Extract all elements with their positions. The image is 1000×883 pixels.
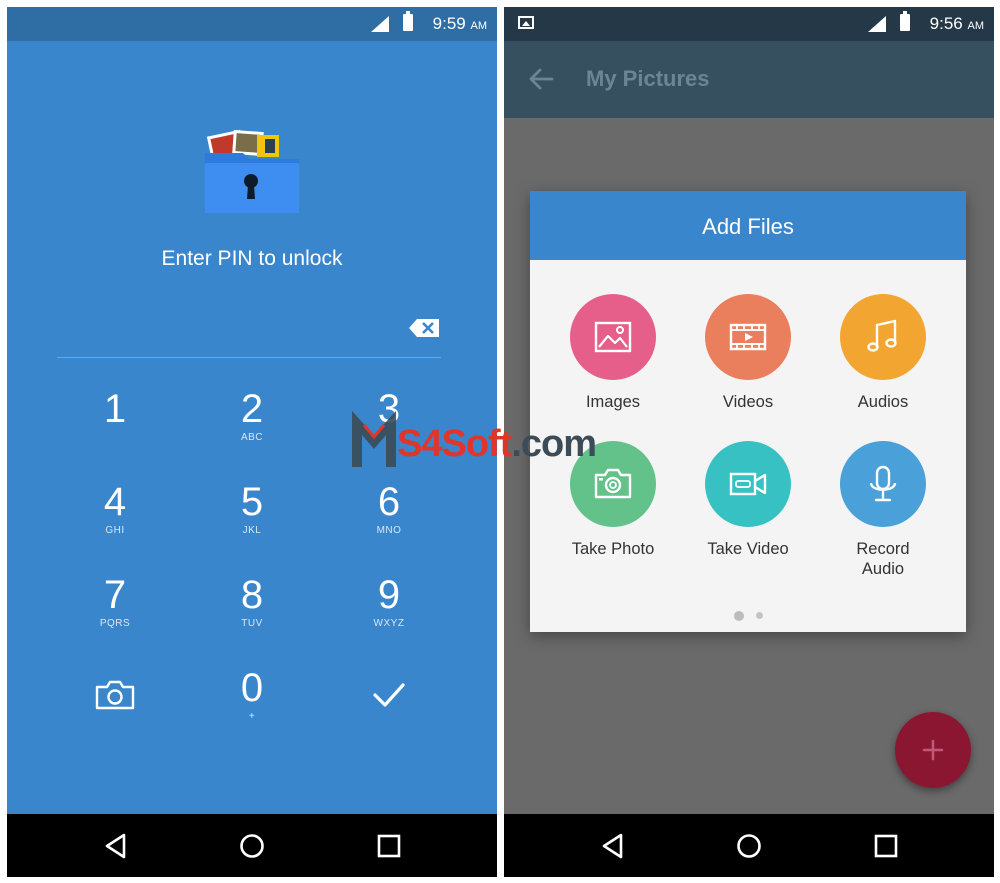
take-video-option[interactable]: Take Video	[680, 441, 816, 559]
tile-label: Audios	[857, 393, 909, 411]
key-letters: GHI	[105, 525, 125, 536]
key-4[interactable]: 4 GHI	[47, 480, 183, 572]
backspace-icon[interactable]	[409, 319, 439, 337]
watermark-text: S4Soft.com	[397, 423, 597, 466]
key-letters: MNO	[376, 525, 402, 536]
checkmark-icon	[373, 683, 405, 707]
tile-label: Videos	[722, 393, 774, 411]
page-title: My Pictures	[586, 66, 710, 91]
nav-home-icon[interactable]	[736, 833, 762, 859]
status-time: 9:59 AM	[433, 14, 487, 34]
navigation-bar	[7, 814, 497, 877]
key-letters: TUV	[241, 618, 263, 629]
status-bar: 9:56 AM	[504, 7, 994, 41]
add-fab-button[interactable]	[895, 712, 971, 788]
key-7[interactable]: 7 PQRS	[47, 573, 183, 665]
record-audio-option[interactable]: Record Audio	[815, 441, 951, 579]
plus-icon	[922, 739, 944, 761]
key-digit: 2	[240, 387, 264, 431]
signal-icon	[371, 16, 389, 32]
status-bar: 9:59 AM	[7, 7, 497, 41]
key-8[interactable]: 8 TUV	[184, 573, 320, 665]
key-9[interactable]: 9 WXYZ	[321, 573, 457, 665]
key-5[interactable]: 5 JKL	[184, 480, 320, 572]
page-indicator	[530, 607, 966, 625]
key-digit: 7	[103, 573, 127, 617]
key-letters: +	[248, 711, 256, 722]
key-digit: 1	[103, 387, 127, 431]
image-icon	[570, 294, 656, 380]
music-note-icon	[840, 294, 926, 380]
nav-back-icon[interactable]	[104, 833, 128, 859]
nav-recent-apps-icon[interactable]	[874, 834, 898, 858]
key-letters: PQRS	[99, 618, 131, 629]
nav-recent-apps-icon[interactable]	[377, 834, 401, 858]
status-time-ampm: AM	[967, 20, 985, 32]
nav-back-icon[interactable]	[601, 833, 625, 859]
watermark-suffix: .com	[511, 423, 597, 465]
key-1[interactable]: 1	[47, 387, 183, 479]
key-digit: 4	[103, 480, 127, 524]
key-digit: 5	[240, 480, 264, 524]
confirm-button[interactable]	[321, 666, 457, 758]
key-letters: JKL	[242, 525, 262, 536]
status-time-ampm: AM	[470, 20, 488, 32]
key-6[interactable]: 6 MNO	[321, 480, 457, 572]
page-dot-active[interactable]	[733, 610, 744, 621]
tile-label: Take Photo	[571, 540, 655, 558]
key-digit: 8	[240, 573, 264, 617]
status-time: 9:56 AM	[930, 14, 984, 34]
status-time-value: 9:59	[432, 14, 466, 33]
locked-folder-icon	[205, 129, 299, 213]
nav-home-icon[interactable]	[239, 833, 265, 859]
film-icon	[705, 294, 791, 380]
microphone-icon	[840, 441, 926, 527]
video-camera-icon	[705, 441, 791, 527]
app-toolbar: My Pictures	[504, 41, 994, 118]
add-videos-option[interactable]: Videos	[680, 294, 816, 412]
battery-icon	[900, 11, 910, 31]
dialog-title: Add Files	[530, 191, 966, 260]
add-images-option[interactable]: Images	[545, 294, 681, 412]
key-digit: 9	[377, 573, 401, 617]
gallery-notification-icon	[518, 16, 534, 29]
key-letters: ABC	[240, 432, 264, 443]
back-arrow-icon[interactable]	[528, 67, 554, 91]
tile-label: Take Video	[707, 540, 789, 558]
add-audios-option[interactable]: Audios	[815, 294, 951, 412]
signal-icon	[868, 16, 886, 32]
watermark: S4Soft.com	[350, 405, 660, 475]
key-digit: 6	[377, 480, 401, 524]
watermark-logo-icon	[352, 411, 396, 467]
pin-input-underline	[57, 357, 441, 358]
key-digit: 0	[240, 666, 264, 710]
watermark-prefix: S4Soft	[397, 423, 512, 465]
camera-button[interactable]	[47, 666, 183, 758]
key-letters: WXYZ	[373, 618, 405, 629]
camera-icon	[95, 680, 135, 710]
tile-label: Record Audio	[856, 540, 910, 578]
key-0[interactable]: 0 +	[184, 666, 320, 758]
battery-icon	[403, 11, 413, 31]
status-time-value: 9:56	[929, 14, 963, 33]
navigation-bar	[504, 814, 994, 877]
key-2[interactable]: 2 ABC	[184, 387, 320, 479]
page-dot[interactable]	[755, 612, 763, 620]
pin-prompt: Enter PIN to unlock	[161, 247, 343, 270]
